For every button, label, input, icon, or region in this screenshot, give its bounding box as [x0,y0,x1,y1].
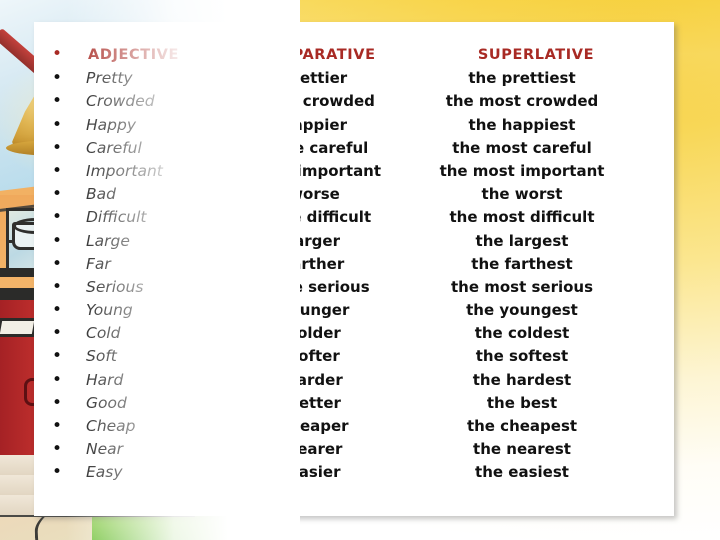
cell-superlative: the cheapest [466,417,578,435]
cell-superlative: the softest [475,347,569,366]
cell-superlative: the happiest [468,115,576,134]
cell-superlative: the most difficult [449,208,595,227]
cell-superlative: the largest [475,231,569,250]
cell-superlative: the most serious [450,277,594,296]
cell-superlative: the hardest [472,370,572,389]
cell-superlative: the worst [481,185,563,204]
cell-superlative: the most crowded [445,92,599,111]
cell-superlative: the easiest [475,463,569,482]
cell-superlative: the nearest [473,440,571,459]
illustration-fade-overlay [0,0,300,540]
cell-superlative: the prettiest [468,69,576,88]
slide-canvas: • ADJECTIVE COMPARATIVE SUPERLATIVE •Pre… [0,0,720,540]
column-header-superlative: SUPERLATIVE [477,47,595,63]
cell-superlative: the most important [439,161,605,180]
cell-superlative: the farthest [471,254,573,273]
cell-superlative: the youngest [466,301,578,320]
cell-superlative: the most careful [452,138,592,157]
school-illustration [0,0,300,540]
cell-superlative: the coldest [474,324,570,343]
cell-superlative: the best [486,393,558,412]
